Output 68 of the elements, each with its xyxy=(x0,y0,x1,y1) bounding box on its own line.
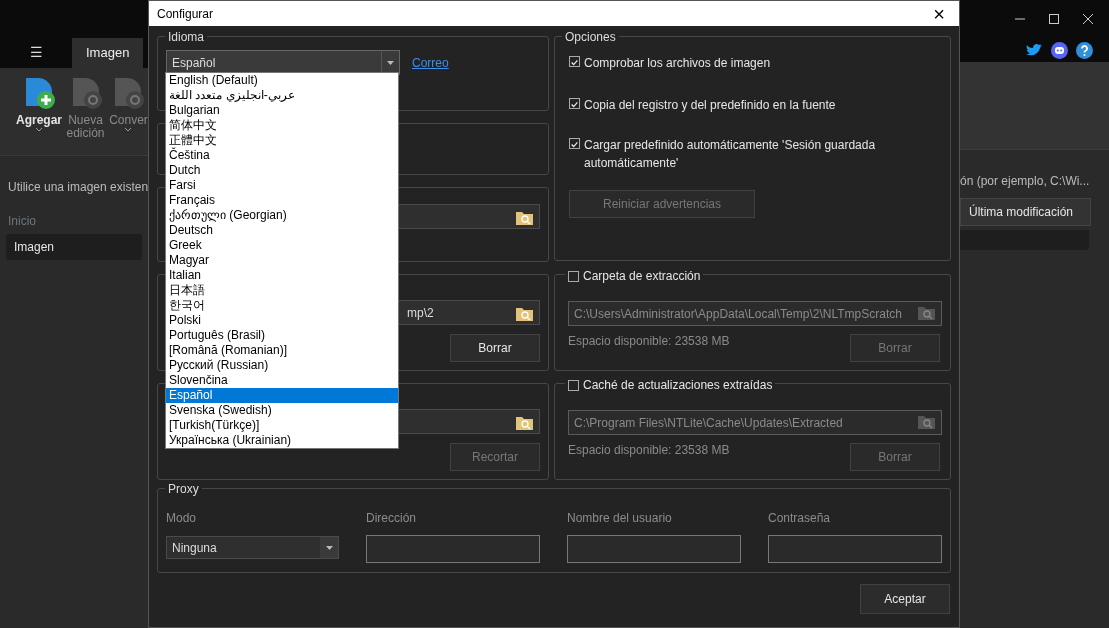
dropdown-option[interactable]: Svenska (Swedish) xyxy=(166,403,398,418)
checkbox-label: Comprobar los archivos de imagen xyxy=(584,55,771,72)
dropdown-option[interactable]: Magyar xyxy=(166,253,398,268)
dropdown-option[interactable]: Bulgarian xyxy=(166,103,398,118)
maximize-icon xyxy=(1049,14,1059,24)
dropdown-option[interactable]: Русский (Russian) xyxy=(166,358,398,373)
ok-button[interactable]: Aceptar xyxy=(860,584,950,614)
checkbox[interactable] xyxy=(568,379,579,391)
clear-button[interactable]: Borrar xyxy=(450,334,540,362)
dropdown-option[interactable]: English (Default) xyxy=(166,73,398,88)
dropdown-option[interactable]: Deutsch xyxy=(166,223,398,238)
text-field[interactable] xyxy=(567,535,741,563)
dropdown-option[interactable]: عربي-انجليزي متعدد اللغة xyxy=(166,88,398,103)
dropdown-option[interactable]: 简体中文 xyxy=(166,118,398,133)
close-icon xyxy=(1083,14,1093,24)
section-heading: Inicio xyxy=(7,212,37,230)
dropdown-option[interactable]: Čeština xyxy=(166,148,398,163)
sidebar-item[interactable]: Imagen xyxy=(6,233,142,260)
text-field[interactable] xyxy=(768,535,942,563)
window-title: Configurar xyxy=(157,5,214,23)
dropdown-option[interactable]: 한국어 xyxy=(166,298,398,313)
bird-icon xyxy=(1025,42,1043,58)
path-field[interactable]: C:\Program Files\NTLite\Cache\Updates\Extracted xyxy=(568,410,942,435)
dropdown-option[interactable]: Español xyxy=(166,388,398,403)
dropdown-option[interactable]: 日本語 xyxy=(166,283,398,298)
checkbox-label: Caché de actualizaciones extraídas xyxy=(583,377,773,394)
dropdown-option[interactable]: Farsi xyxy=(166,178,398,193)
checkbox-label: Carpeta de extracción xyxy=(583,268,701,285)
free-space-text: Espacio disponible: 23538 MB xyxy=(568,333,730,350)
column-header[interactable]: Última modificación xyxy=(960,198,1091,226)
free-space-text: Espacio disponible: 23538 MB xyxy=(568,442,730,459)
field-label: Contraseña xyxy=(768,510,832,527)
dropdown-option[interactable]: 正體中文 xyxy=(166,133,398,148)
dropdown-option[interactable]: Italian xyxy=(166,268,398,283)
dropdown-arrow-icon xyxy=(387,60,394,65)
dropdown-option[interactable]: Greek xyxy=(166,238,398,253)
dropdown-option[interactable]: [Turkish(Türkçe)] xyxy=(166,418,398,433)
checkbox[interactable] xyxy=(569,56,580,67)
menu-button[interactable]: ☰ xyxy=(0,38,72,68)
dropdown-option[interactable]: [Română (Romanian)] xyxy=(166,343,398,358)
dropdown-option[interactable]: Українська (Ukrainian) xyxy=(166,433,398,448)
dropdown-arrow-icon xyxy=(325,545,333,550)
dropdown-option[interactable]: Português (Brasil) xyxy=(166,328,398,343)
ribbon-button[interactable]: Agregar xyxy=(16,113,62,128)
checkbox[interactable] xyxy=(568,270,579,282)
dropdown-option[interactable]: Slovenčina xyxy=(166,373,398,388)
field-label: Dirección xyxy=(366,510,417,527)
dropdown-option[interactable]: ქართული (Georgian) xyxy=(166,208,398,223)
field-label: Nombre del usuario xyxy=(567,510,673,527)
text-field[interactable] xyxy=(366,535,540,563)
mode-dropdown[interactable]: Ninguna xyxy=(166,536,339,559)
chat-icon xyxy=(1051,41,1068,59)
dropdown-option[interactable]: Polski xyxy=(166,313,398,328)
checkbox-label: Copia del registro y del predefinido en la fuente xyxy=(584,97,836,114)
email-link[interactable]: Correo xyxy=(412,53,449,72)
close-button[interactable]: × xyxy=(919,2,959,25)
path-field[interactable]: C:\Users\Administrator\AppData\Local\Temp\2\NLTmpScratch xyxy=(568,301,942,326)
checkbox[interactable] xyxy=(569,98,580,109)
hint-text: Utilice una imagen existen xyxy=(7,178,148,196)
tab[interactable]: Imagen xyxy=(72,38,144,68)
dropdown-option[interactable]: Français xyxy=(166,193,398,208)
help-icon xyxy=(1076,41,1093,59)
checkbox[interactable] xyxy=(569,138,580,149)
dropdown-option[interactable]: Dutch xyxy=(166,163,398,178)
hint-text: ón (por ejemplo, C:\Wi... xyxy=(960,173,1091,190)
selected-language: Español xyxy=(172,54,216,72)
checkbox-label: Cargar predefinido automáticamente 'Sesión guardada automáticamente' xyxy=(584,137,877,172)
field-label: Modo xyxy=(166,510,198,527)
